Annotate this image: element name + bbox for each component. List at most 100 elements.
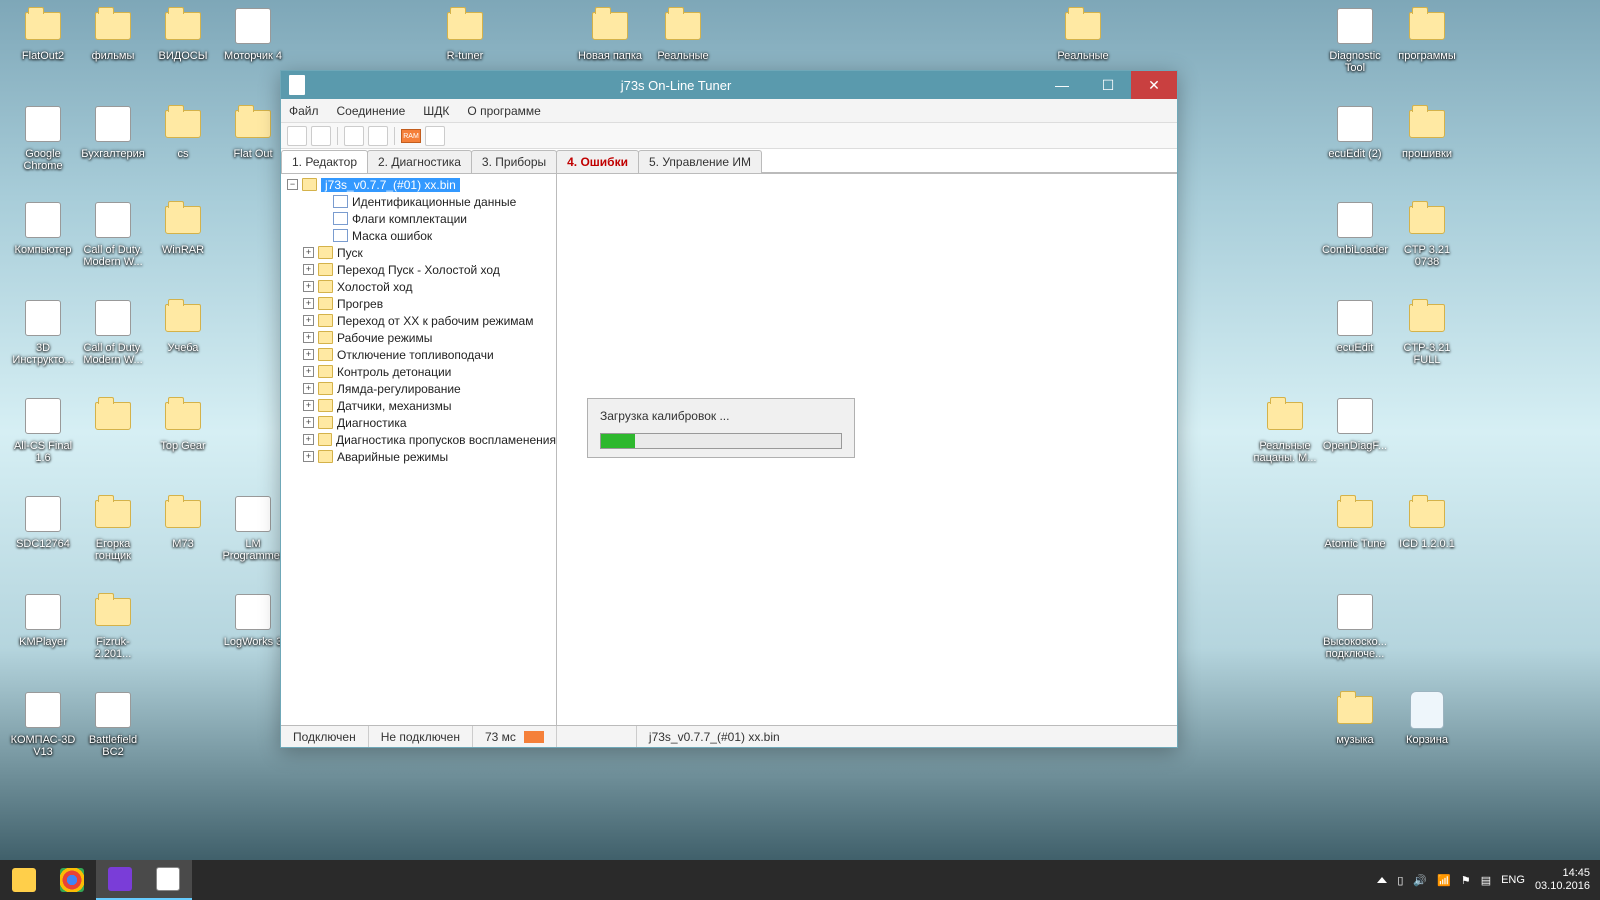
desktop-icon[interactable]: Top Gear — [148, 396, 218, 452]
tree-leaf[interactable]: Маска ошибок — [281, 227, 556, 244]
tab-diagnostics[interactable]: 2. Диагностика — [367, 150, 472, 173]
maximize-button[interactable]: ☐ — [1085, 71, 1131, 99]
menu-file[interactable]: Файл — [289, 104, 319, 118]
expand-icon[interactable]: + — [303, 298, 314, 309]
desktop-icon[interactable] — [78, 396, 148, 440]
language-indicator[interactable]: ENG — [1501, 874, 1525, 886]
desktop-icon[interactable]: Корзина — [1392, 690, 1462, 746]
battery-icon[interactable]: ▯ — [1397, 874, 1403, 887]
desktop-icon[interactable]: Моторчик 4 — [218, 6, 288, 62]
desktop-icon[interactable]: Atomic Tune — [1320, 494, 1390, 550]
desktop-icon[interactable]: Высокоско... подключе... — [1320, 592, 1390, 660]
desktop-icon[interactable]: Егорка гонщик — [78, 494, 148, 562]
menu-shdk[interactable]: ШДК — [423, 104, 449, 118]
tree-folder[interactable]: +Переход Пуск - Холостой ход — [281, 261, 556, 278]
tray-expand-icon[interactable] — [1377, 877, 1387, 883]
expand-icon[interactable]: + — [303, 400, 314, 411]
desktop-icon[interactable]: Fizruk-2.201... — [78, 592, 148, 660]
tree-folder[interactable]: +Рабочие режимы — [281, 329, 556, 346]
volume-icon[interactable]: 🔊 — [1413, 874, 1427, 887]
tree-folder[interactable]: +Отключение топливоподачи — [281, 346, 556, 363]
menu-connection[interactable]: Соединение — [337, 104, 406, 118]
desktop-icon[interactable]: музыка — [1320, 690, 1390, 746]
desktop-icon[interactable]: All-CS Final 1.6 — [8, 396, 78, 464]
expand-icon[interactable]: + — [303, 264, 314, 275]
desktop-icon[interactable]: cs — [148, 104, 218, 160]
titlebar[interactable]: j73s On-Line Tuner — ☐ ✕ — [281, 71, 1177, 99]
expand-icon[interactable]: + — [303, 366, 314, 377]
desktop-icon[interactable]: Реальные — [1048, 6, 1118, 62]
taskbar-tuner[interactable] — [144, 860, 192, 900]
desktop-icon[interactable]: фильмы — [78, 6, 148, 62]
tree-folder[interactable]: +Холостой ход — [281, 278, 556, 295]
collapse-icon[interactable]: − — [287, 179, 298, 190]
desktop-icon[interactable]: LogWorks 3 — [218, 592, 288, 648]
tree-view[interactable]: − j73s_v0.7.7_(#01) xx.bin Идентификацио… — [281, 174, 557, 725]
desktop-icon[interactable]: программы — [1392, 6, 1462, 62]
desktop-icon[interactable]: Бухгалтерия — [78, 104, 148, 160]
expand-icon[interactable]: + — [303, 332, 314, 343]
desktop-icon[interactable]: Call of Duty. Modern W... — [78, 200, 148, 268]
tab-gauges[interactable]: 3. Приборы — [471, 150, 557, 173]
desktop-icon[interactable]: Battlefield BC2 — [78, 690, 148, 758]
tab-control[interactable]: 5. Управление ИМ — [638, 150, 762, 173]
expand-icon[interactable]: + — [303, 451, 314, 462]
tree-folder[interactable]: +Контроль детонации — [281, 363, 556, 380]
desktop-icon[interactable]: SDC12764 — [8, 494, 78, 550]
desktop-icon[interactable]: CTP 3.21 0738 — [1392, 200, 1462, 268]
tree-folder[interactable]: +Датчики, механизмы — [281, 397, 556, 414]
toolbar-open-button[interactable] — [344, 126, 364, 146]
menu-about[interactable]: О программе — [467, 104, 540, 118]
tree-folder[interactable]: +Аварийные режимы — [281, 448, 556, 465]
desktop-icon[interactable]: ICD 1.2.0.1 — [1392, 494, 1462, 550]
tree-folder[interactable]: +Лямда-регулирование — [281, 380, 556, 397]
desktop-icon[interactable]: OpenDiagF... — [1320, 396, 1390, 452]
desktop-icon[interactable]: M73 — [148, 494, 218, 550]
desktop-icon[interactable]: KMPlayer — [8, 592, 78, 648]
desktop-icon[interactable]: Call of Duty. Modern W... — [78, 298, 148, 366]
taskbar-chrome[interactable] — [48, 860, 96, 900]
expand-icon[interactable]: + — [303, 417, 314, 428]
desktop-icon[interactable]: WinRAR — [148, 200, 218, 256]
desktop-icon[interactable]: Учеба — [148, 298, 218, 354]
tree-leaf[interactable]: Флаги комплектации — [281, 210, 556, 227]
expand-icon[interactable]: + — [303, 247, 314, 258]
desktop-icon[interactable]: CombiLoader — [1320, 200, 1390, 256]
action-center-icon[interactable]: ▤ — [1481, 874, 1491, 887]
desktop-icon[interactable]: R-tuner — [430, 6, 500, 62]
expand-icon[interactable]: + — [303, 434, 314, 445]
desktop-icon[interactable]: Новая папка — [575, 6, 645, 62]
minimize-button[interactable]: — — [1039, 71, 1085, 99]
desktop-icon[interactable]: ecuEdit — [1320, 298, 1390, 354]
ram-icon[interactable]: RAM — [401, 129, 421, 143]
expand-icon[interactable]: + — [303, 349, 314, 360]
desktop-icon[interactable]: ecuEdit (2) — [1320, 104, 1390, 160]
expand-icon[interactable]: + — [303, 383, 314, 394]
tree-root[interactable]: − j73s_v0.7.7_(#01) xx.bin — [281, 176, 556, 193]
network-icon[interactable]: 📶 — [1437, 874, 1451, 887]
tree-leaf[interactable]: Идентификационные данные — [281, 193, 556, 210]
close-button[interactable]: ✕ — [1131, 71, 1177, 99]
desktop-icon[interactable]: Компьютер — [8, 200, 78, 256]
tree-folder[interactable]: +Диагностика пропусков воспламенения — [281, 431, 556, 448]
desktop-icon[interactable]: Flat Out — [218, 104, 288, 160]
tree-folder[interactable]: +Переход от XX к рабочим режимам — [281, 312, 556, 329]
clock[interactable]: 14:45 03.10.2016 — [1535, 867, 1590, 893]
tree-folder[interactable]: +Прогрев — [281, 295, 556, 312]
desktop-icon[interactable]: прошивки — [1392, 104, 1462, 160]
flag-icon[interactable]: ⚑ — [1461, 874, 1471, 887]
expand-icon[interactable]: + — [303, 281, 314, 292]
desktop-icon[interactable]: CTP-3.21 FULL — [1392, 298, 1462, 366]
desktop-icon[interactable]: Реальные пацаны. М... — [1250, 396, 1320, 464]
tree-folder[interactable]: +Диагностика — [281, 414, 556, 431]
taskbar-kmplayer[interactable] — [96, 860, 144, 900]
desktop-icon[interactable]: Реальные — [648, 6, 718, 62]
desktop-icon[interactable]: Diagnostic Tool — [1320, 6, 1390, 74]
desktop-icon[interactable]: 3D Инструкто... — [8, 298, 78, 366]
desktop-icon[interactable]: LM Programmer — [218, 494, 288, 562]
taskbar-explorer[interactable] — [0, 860, 48, 900]
toolbar-save-button[interactable] — [368, 126, 388, 146]
tree-folder[interactable]: +Пуск — [281, 244, 556, 261]
desktop-icon[interactable]: КОМПАС-3D V13 — [8, 690, 78, 758]
desktop-icon[interactable]: Google Chrome — [8, 104, 78, 172]
